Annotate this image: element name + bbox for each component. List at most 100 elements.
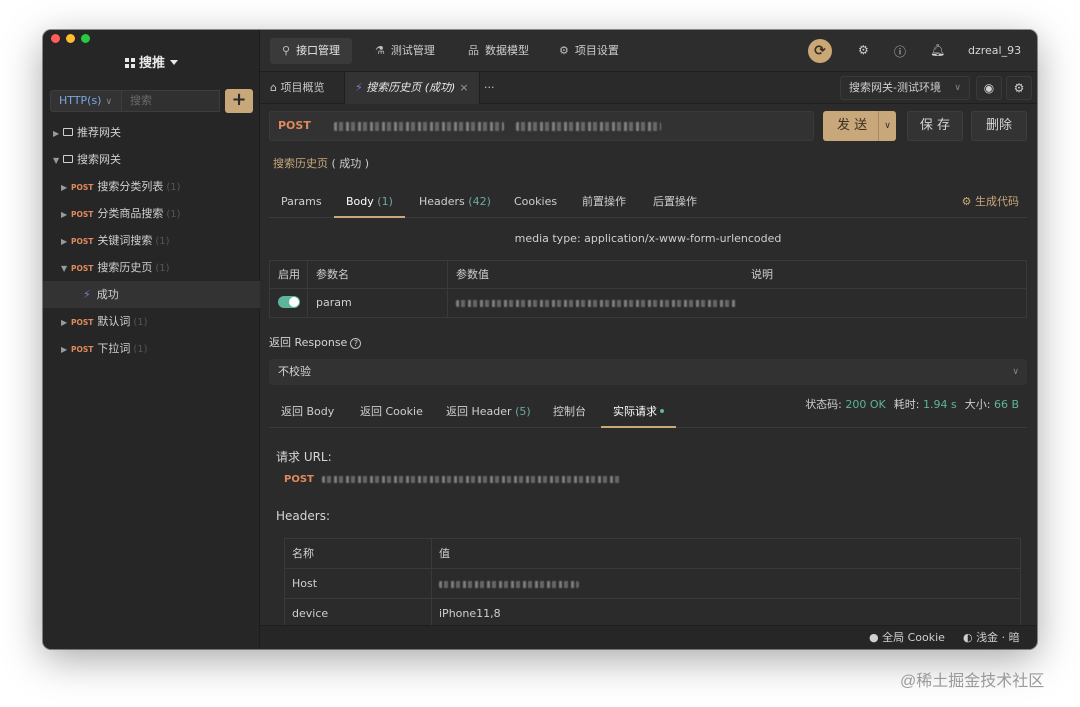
env-settings-icon[interactable]: ⚙ [1006,76,1032,100]
help-icon[interactable]: ? [350,338,362,349]
bell-icon[interactable]: 🔔︎ [930,43,945,57]
chevron-down-icon: ∨ [954,83,961,93]
watermark: @稀土掘金技术社区 [900,673,1045,690]
link-icon: ⚲ [282,44,291,57]
tab-response-header[interactable]: 返回 Header (5) [434,396,543,428]
request-url-bar[interactable]: POST [269,111,814,141]
top-nav: ⚲ 接口管理 ⚗ 测试管理 品数据模型 ⚙ 项目设置 ⟳ ⚙ ⓘ 🔔︎ dzreal_… [260,30,1037,72]
tab-response-body[interactable]: 返回 Body [269,396,346,428]
tree-folder-search[interactable]: ▼ 搜索网关 [43,146,260,173]
close-tab-icon[interactable]: × [459,81,468,94]
headers-label: Headers: [276,509,330,523]
chevron-right-icon: ▶ [61,183,68,192]
tree-api-item[interactable]: ▶ POST 关键词搜索 (1) [43,227,260,254]
enable-toggle[interactable] [278,296,300,308]
tree-api-item[interactable]: ▼ POST 搜索历史页 (1) [43,254,260,281]
theme-button[interactable]: ◐ 浅金 · 暗 [963,626,1020,649]
response-time: 1.94 s [923,398,957,411]
minimize-window-button[interactable] [66,34,75,43]
hierarchy-icon: 品 [468,44,479,57]
document-tabs: ⌂ 项目概览 ⚡ 搜索历史页 (成功) × ··· 搜索网关-测试环境 ∨ ◉ ⚙ [260,72,1037,104]
status-dot [660,409,664,413]
chevron-right-icon: ▶ [61,237,68,246]
tab-test-management[interactable]: ⚗ 测试管理 [363,38,447,64]
delete-button[interactable]: 删除 [971,111,1027,141]
global-cookie-button[interactable]: ● 全局 Cookie [869,626,945,649]
close-window-button[interactable] [51,34,60,43]
protocol-select[interactable]: HTTP(s) ∨ [50,90,122,112]
window-controls [51,34,90,43]
table-row: Host [285,569,1020,599]
chevron-down-icon: ▼ [61,264,68,273]
tab-current-doc[interactable]: ⚡ 搜索历史页 (成功) × [344,72,480,104]
sync-button[interactable]: ⟳ [808,39,832,63]
tab-console[interactable]: 控制台 [541,396,598,428]
bolt-icon: ⚡ [355,81,363,94]
response-stats: 状态码: 200 OK 耗时: 1.94 s 大小: 66 B [805,398,1019,411]
theme-icon: ◐ [963,631,977,644]
chevron-right-icon: ▶ [61,210,68,219]
status-code: 200 OK [845,398,886,411]
project-switcher[interactable]: 搜推 [43,52,260,71]
api-tree: ▶ 推荐网关 ▼ 搜索网关 ▶ POST 搜索分类列表 (1) ▶ POST 分类商品搜索 (1… [43,119,260,362]
response-title: 返回 Response? [269,334,362,350]
settings-gear-icon[interactable]: ⚙ [858,43,869,57]
tab-post-operation[interactable]: 后置操作 [641,185,709,218]
method-label[interactable]: POST [278,112,311,140]
param-desc[interactable] [743,289,1026,317]
tab-api-management[interactable]: ⚲ 接口管理 [270,38,353,64]
chevron-right-icon: ▶ [61,318,68,327]
param-name[interactable]: param [308,289,448,317]
help-icon[interactable]: ⓘ [894,43,906,60]
sidebar-search-input[interactable]: 搜索 [122,90,220,112]
eye-icon[interactable]: ◉ [976,76,1002,100]
param-table: 启用 参数名 参数值 说明 param [269,260,1027,318]
validation-select[interactable]: 不校验 ∨ [269,359,1027,385]
tab-pre-operation[interactable]: 前置操作 [570,185,638,218]
gear-icon: ⚙ [961,195,975,208]
folder-open-icon [63,155,73,163]
maximize-window-button[interactable] [81,34,90,43]
table-row: param [270,289,1026,317]
chevron-down-icon [170,60,178,65]
tab-actual-request[interactable]: 实际请求 [601,396,676,428]
tab-response-cookie[interactable]: 返回 Cookie [348,396,435,428]
tab-data-model[interactable]: 品数据模型 [456,38,541,64]
tab-project-overview[interactable]: ⌂ 项目概览 [260,72,334,104]
response-tabs: 返回 Body 返回 Cookie 返回 Header (5) 控制台 实际请求… [269,396,1027,428]
bolt-icon: ⚡ [83,288,91,301]
add-button[interactable]: + [225,89,253,113]
tab-headers[interactable]: Headers (42) [407,185,503,218]
param-value[interactable] [448,289,743,317]
send-button[interactable]: 发 送 ∨ [823,111,896,141]
grid-icon [124,58,135,68]
username[interactable]: dzreal_93 [968,44,1021,57]
media-type: media type: application/x-www-form-urlen… [514,232,782,245]
tree-api-item[interactable]: ▶ POST 搜索分类列表 (1) [43,173,260,200]
chevron-down-icon[interactable]: ∨ [878,111,896,141]
tab-cookies[interactable]: Cookies [502,185,569,218]
tab-body[interactable]: Body (1) [334,185,405,218]
tree-api-item[interactable]: ▶ POST 默认词 (1) [43,308,260,335]
generate-code-button[interactable]: ⚙ 生成代码 [962,193,1019,209]
save-button[interactable]: 保 存 [907,111,963,141]
sidebar: 搜推 HTTP(s) ∨ 搜索 + ▶ 推荐网关 ▼ 搜索网关 ▶ POST 搜索分类列表… [43,30,260,649]
tree-folder-recommend[interactable]: ▶ 推荐网关 [43,119,260,146]
sidebar-search-row: HTTP(s) ∨ 搜索 + [50,89,255,113]
tab-params[interactable]: Params [269,185,334,218]
environment-select[interactable]: 搜索网关-测试环境 ∨ [840,76,970,100]
tree-api-item[interactable]: ▶ POST 分类商品搜索 (1) [43,200,260,227]
flask-icon: ⚗ [375,44,385,57]
request-headers-table: 名称 值 Host device iPhone11,8 [284,538,1021,629]
table-header-row: 启用 参数名 参数值 说明 [270,261,1026,289]
bank-icon: ⌂ [270,81,281,94]
case-title: 搜索历史页 ( 成功 ) [273,157,370,170]
tab-project-settings[interactable]: ⚙ 项目设置 [547,38,631,64]
tree-case-item[interactable]: ⚡ 成功 [43,281,260,308]
app-window: 搜推 HTTP(s) ∨ 搜索 + ▶ 推荐网关 ▼ 搜索网关 ▶ POST 搜索分类列表… [43,30,1037,649]
response-size: 66 B [993,398,1019,411]
tree-api-item[interactable]: ▶ POST 下拉词 (1) [43,335,260,362]
more-tabs-button[interactable]: ··· [474,72,505,104]
gear-icon: ⚙ [559,44,569,57]
chevron-right-icon: ▶ [61,345,68,354]
